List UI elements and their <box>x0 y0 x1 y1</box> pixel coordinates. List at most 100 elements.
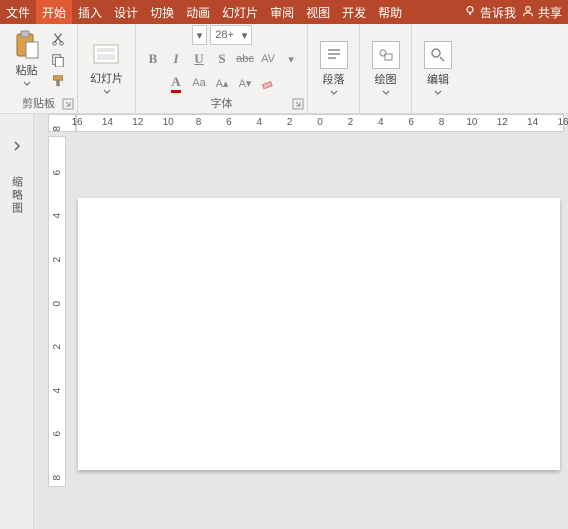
shapes-icon <box>377 46 395 64</box>
chevron-down-icon: ▾ <box>197 29 203 42</box>
bold-button[interactable]: B <box>143 49 163 69</box>
ruler-tick: 10 <box>163 117 174 128</box>
font-group-label: 字体 <box>211 95 233 111</box>
vertical-ruler: 864202468 <box>48 136 66 487</box>
more-font-button[interactable]: ▾ <box>281 49 301 69</box>
eraser-icon <box>261 76 275 90</box>
underline-button[interactable]: U <box>189 49 209 69</box>
drawing-label: 绘图 <box>375 71 397 87</box>
slides-label: 幻灯片 <box>90 70 123 86</box>
font-color-icon: A <box>171 74 180 93</box>
change-case-button[interactable]: Aa <box>189 73 209 93</box>
group-editing: 编辑 <box>412 24 464 113</box>
ruler-tick: 6 <box>226 117 232 128</box>
group-paragraph: 段落 <box>308 24 360 113</box>
ruler-tick: 4 <box>378 117 384 128</box>
chevron-down-icon <box>382 89 390 97</box>
ruler-tick: 8 <box>52 126 63 132</box>
bold-icon: B <box>149 51 158 67</box>
ruler-tick: 0 <box>52 300 63 306</box>
new-slide-button[interactable]: 幻灯片 <box>86 40 127 98</box>
tab-transitions[interactable]: 切换 <box>144 0 180 24</box>
tellme-button[interactable]: 告诉我 <box>464 4 516 21</box>
font-name-combo[interactable]: ▾ <box>192 25 208 45</box>
brush-icon <box>51 74 65 88</box>
ruler-tick: 6 <box>52 170 63 176</box>
editing-button[interactable]: 编辑 <box>416 37 460 101</box>
font-size-combo[interactable]: 28+ ▾ <box>210 25 252 45</box>
shadow-icon: S <box>218 51 225 67</box>
clear-format-button[interactable] <box>258 73 278 93</box>
paragraph-label: 段落 <box>323 71 345 87</box>
ruler-tick: 2 <box>52 257 63 263</box>
ruler-tick: 4 <box>52 388 63 394</box>
ruler-tick: 6 <box>52 431 63 437</box>
chevron-down-icon: ▾ <box>288 53 294 66</box>
grow-font-button[interactable]: A▴ <box>212 73 232 93</box>
tab-animations[interactable]: 动画 <box>180 0 216 24</box>
title-tabs: 文件 开始 插入 设计 切换 动画 幻灯片 审阅 视图 开发 帮助 告诉我 共享 <box>0 0 568 24</box>
clipboard-dialog-launcher[interactable] <box>62 98 74 110</box>
char-spacing-button[interactable]: AV <box>258 49 278 69</box>
ruler-tick: 14 <box>527 117 538 128</box>
tab-file[interactable]: 文件 <box>0 0 36 24</box>
ruler-tick: 8 <box>52 475 63 481</box>
share-label: 共享 <box>538 4 562 21</box>
chevron-right-icon <box>12 141 22 151</box>
expand-thumbnails-button[interactable] <box>12 138 22 156</box>
chevron-down-icon <box>23 80 31 88</box>
editing-label: 编辑 <box>427 71 449 87</box>
person-icon <box>522 5 534 20</box>
strike-button[interactable]: abc <box>235 49 255 69</box>
group-font: ▾ 28+ ▾ B I U S abc AV ▾ A Aa <box>136 24 308 113</box>
case-icon: Aa <box>192 77 205 89</box>
paste-button[interactable]: 粘贴 <box>10 28 44 90</box>
tab-help[interactable]: 帮助 <box>372 0 408 24</box>
tab-insert[interactable]: 插入 <box>72 0 108 24</box>
tellme-label: 告诉我 <box>480 4 516 21</box>
ruler-tick: 8 <box>439 117 445 128</box>
chevron-down-icon <box>103 88 111 96</box>
ruler-tick: 2 <box>348 117 354 128</box>
italic-button[interactable]: I <box>166 49 186 69</box>
copy-button[interactable] <box>48 51 68 69</box>
font-size-value: 28+ <box>215 29 234 41</box>
spacing-icon: AV <box>261 53 275 65</box>
clipboard-icon <box>14 30 40 60</box>
drawing-button[interactable]: 绘图 <box>364 37 408 101</box>
ruler-tick: 6 <box>408 117 414 128</box>
chevron-down-icon <box>330 89 338 97</box>
thumbnail-panel-collapsed: 缩略图 <box>0 114 34 529</box>
slide-icon <box>92 42 122 68</box>
cut-button[interactable] <box>48 30 68 48</box>
tab-home[interactable]: 开始 <box>36 0 72 24</box>
ruler-tick: 2 <box>287 117 293 128</box>
tab-slideshow[interactable]: 幻灯片 <box>216 0 264 24</box>
workspace: 缩略图 1614121086420246810121416 864202468 <box>0 114 568 529</box>
format-painter-button[interactable] <box>48 72 68 90</box>
tab-developer[interactable]: 开发 <box>336 0 372 24</box>
slide-canvas[interactable] <box>78 198 560 470</box>
ruler-tick: 8 <box>196 117 202 128</box>
font-color-button[interactable]: A <box>166 73 186 93</box>
scissors-icon <box>51 32 65 46</box>
font-dialog-launcher[interactable] <box>292 98 304 110</box>
bulb-icon <box>464 5 476 20</box>
chevron-down-icon <box>434 89 442 97</box>
thumbnail-panel-label: 缩略图 <box>9 176 25 215</box>
tab-review[interactable]: 审阅 <box>264 0 300 24</box>
shrink-font-button[interactable]: A▾ <box>235 73 255 93</box>
italic-icon: I <box>173 51 178 67</box>
share-button[interactable]: 共享 <box>522 4 562 21</box>
tab-design[interactable]: 设计 <box>108 0 144 24</box>
group-drawing: 绘图 <box>360 24 412 113</box>
ruler-tick: 0 <box>317 117 323 128</box>
shadow-button[interactable]: S <box>212 49 232 69</box>
canvas-area: 1614121086420246810121416 864202468 <box>34 114 568 529</box>
horizontal-ruler: 1614121086420246810121416 <box>76 114 564 132</box>
paragraph-button[interactable]: 段落 <box>312 37 356 101</box>
underline-icon: U <box>194 51 203 67</box>
tab-view[interactable]: 视图 <box>300 0 336 24</box>
ruler-tick: 16 <box>71 117 82 128</box>
ruler-tick: 12 <box>497 117 508 128</box>
